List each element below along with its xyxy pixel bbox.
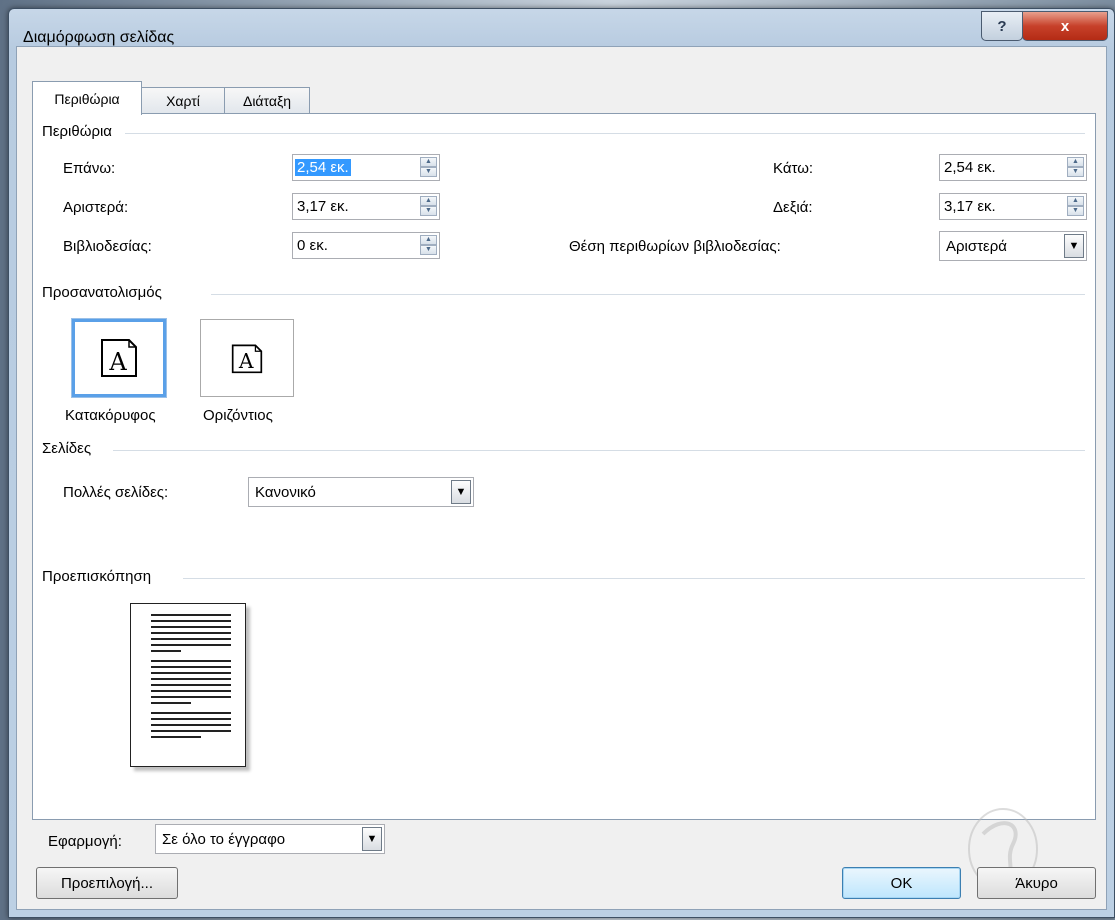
spin-down-icon[interactable]: ▼ [420, 245, 437, 255]
preview-line [151, 614, 231, 616]
preview-line [151, 620, 231, 622]
ok-label: OK [890, 874, 913, 892]
preview-line [151, 696, 231, 698]
orientation-separator [211, 294, 1085, 295]
bottom-margin-label: Κάτω: [773, 160, 814, 177]
spin-up-icon[interactable]: ▲ [420, 196, 437, 206]
dialog-body: Περιθώρια Χαρτί Διάταξη Περιθώρια Επάνω:… [16, 46, 1107, 910]
multiple-pages-label: Πολλές σελίδες: [63, 484, 169, 501]
right-margin-label: Δεξιά: [773, 199, 813, 216]
chevron-down-icon[interactable]: ▼ [362, 827, 382, 851]
cancel-button[interactable]: Άκυρο [977, 867, 1096, 899]
spin-up-icon[interactable]: ▲ [420, 157, 437, 167]
preview-line [151, 650, 181, 652]
apply-to-label: Εφαρμογή: [48, 833, 122, 850]
preview-line [151, 718, 231, 720]
margins-heading: Περιθώρια [42, 123, 112, 140]
preview-line [151, 632, 231, 634]
preview-line [151, 626, 231, 628]
landscape-button[interactable]: A [200, 319, 294, 397]
bottom-margin-value: 2,54 εκ. [944, 159, 996, 176]
preview-line [151, 690, 231, 692]
left-margin-spinner[interactable]: 3,17 εκ. ▲ ▼ [292, 193, 440, 220]
portrait-label: Κατακόρυφος [65, 407, 156, 424]
top-margin-value: 2,54 εκ. [295, 159, 351, 176]
right-margin-value: 3,17 εκ. [944, 198, 996, 215]
preview-line [151, 712, 231, 714]
portrait-button[interactable]: A [71, 318, 167, 398]
help-button[interactable]: ? [981, 11, 1023, 41]
tab-margins[interactable]: Περιθώρια [32, 81, 142, 115]
preview-separator [183, 578, 1085, 579]
margins-separator [125, 133, 1085, 134]
page-preview [130, 603, 246, 767]
gutter-spinner[interactable]: 0 εκ. ▲ ▼ [292, 232, 440, 259]
spin-up-icon[interactable]: ▲ [1067, 157, 1084, 167]
svg-text:A: A [238, 349, 254, 373]
multiple-pages-value: Κανονικό [255, 484, 316, 501]
dialog-title: Διαμόρφωση σελίδας [23, 29, 175, 46]
tab-layout[interactable]: Διάταξη [224, 87, 310, 114]
set-as-default-button[interactable]: Προεπιλογή... [36, 867, 178, 899]
preview-line [151, 672, 231, 674]
preview-line [151, 666, 231, 668]
preview-line [151, 736, 201, 738]
preview-heading: Προεπισκόπηση [42, 568, 152, 585]
ok-button[interactable]: OK [842, 867, 961, 899]
page-setup-dialog: Διαμόρφωση σελίδας ? x Περιθώρια Χαρτί Δ… [8, 8, 1115, 918]
preview-line [151, 644, 231, 646]
multiple-pages-select[interactable]: Κανονικό ▼ [248, 477, 474, 507]
tab-paper[interactable]: Χαρτί [140, 87, 226, 114]
set-as-default-label: Προεπιλογή... [60, 874, 154, 892]
chevron-down-icon[interactable]: ▼ [1064, 234, 1084, 258]
help-icon: ? [997, 17, 1007, 35]
pages-heading: Σελίδες [42, 440, 92, 457]
apply-to-value: Σε όλο το έγγραφο [162, 831, 286, 848]
landscape-label: Οριζόντιος [203, 407, 273, 424]
pages-separator [113, 450, 1085, 451]
preview-line [151, 678, 231, 680]
svg-text:A: A [108, 348, 127, 376]
top-margin-spinner[interactable]: 2,54 εκ. ▲ ▼ [292, 154, 440, 181]
gutter-position-value: Αριστερά [946, 238, 1007, 255]
apply-to-select[interactable]: Σε όλο το έγγραφο ▼ [155, 824, 385, 854]
preview-line [151, 638, 231, 640]
right-margin-spinner[interactable]: 3,17 εκ. ▲ ▼ [939, 193, 1087, 220]
gutter-label: Βιβλιοδεσίας: [63, 238, 152, 255]
preview-line [151, 730, 231, 732]
landscape-page-icon: A [231, 344, 263, 374]
tab-margins-label: Περιθώρια [54, 90, 120, 107]
spin-down-icon[interactable]: ▼ [1067, 167, 1084, 177]
close-button[interactable]: x [1022, 11, 1108, 41]
spin-up-icon[interactable]: ▲ [1067, 196, 1084, 206]
gutter-position-label: Θέση περιθωρίων βιβλιοδεσίας: [569, 238, 781, 255]
preview-line [151, 660, 231, 662]
close-icon: x [1060, 17, 1070, 35]
tab-layout-label: Διάταξη [242, 93, 292, 109]
spin-down-icon[interactable]: ▼ [420, 167, 437, 177]
gutter-value: 0 εκ. [297, 237, 328, 254]
gutter-position-select[interactable]: Αριστερά ▼ [939, 231, 1087, 261]
preview-line [151, 724, 231, 726]
chevron-down-icon[interactable]: ▼ [451, 480, 471, 504]
left-margin-label: Αριστερά: [63, 199, 129, 216]
portrait-page-icon: A [101, 339, 137, 377]
spin-down-icon[interactable]: ▼ [420, 206, 437, 216]
top-margin-label: Επάνω: [63, 160, 116, 177]
preview-line [151, 684, 231, 686]
spin-up-icon[interactable]: ▲ [420, 235, 437, 245]
orientation-heading: Προσανατολισμός [42, 284, 162, 301]
left-margin-value: 3,17 εκ. [297, 198, 349, 215]
cancel-label: Άκυρο [1015, 874, 1058, 892]
spin-down-icon[interactable]: ▼ [1067, 206, 1084, 216]
tab-paper-label: Χαρτί [166, 93, 200, 109]
preview-line [151, 702, 191, 704]
bottom-margin-spinner[interactable]: 2,54 εκ. ▲ ▼ [939, 154, 1087, 181]
